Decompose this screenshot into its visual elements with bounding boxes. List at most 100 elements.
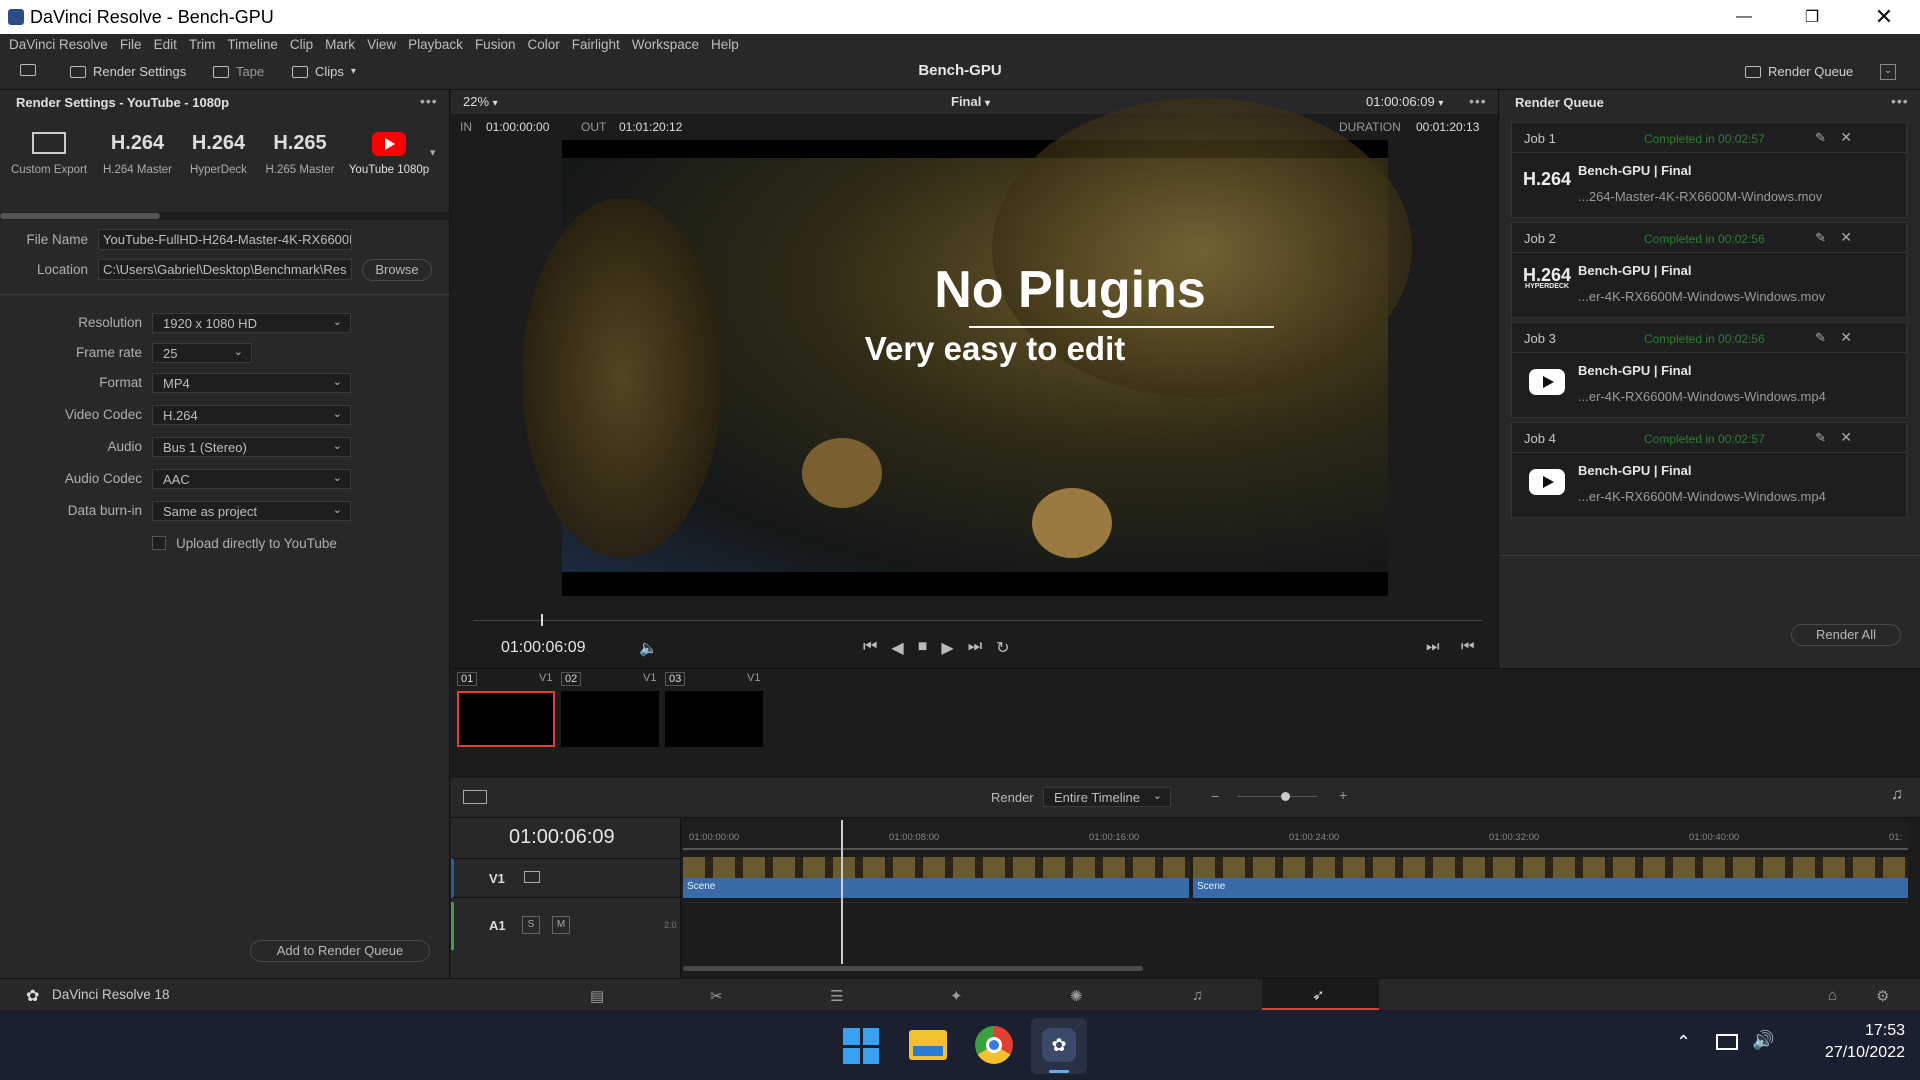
tape-toggle[interactable]: Tape [213,64,264,79]
fairlight-page-icon[interactable]: ♫ [1192,987,1203,1004]
zoom-out-icon[interactable]: − [1211,788,1219,804]
format-select[interactable]: MP4 ⌄ [152,373,351,393]
menu-playback[interactable]: Playback [408,37,463,52]
data-burn-in-select[interactable]: Same as project ⌄ [152,501,351,521]
volume-icon[interactable]: 🔈 [639,639,658,657]
render-settings-toggle[interactable]: Render Settings [70,64,186,79]
next-frame-icon[interactable]: ⏭ [1426,638,1440,655]
browse-button[interactable]: Browse [362,259,432,281]
render-all-button[interactable]: Render All [1791,624,1901,646]
more-options-icon[interactable]: ••• [420,93,438,109]
play-icon[interactable]: ▶ [941,638,953,658]
color-page-icon[interactable]: ✺ [1070,987,1083,1005]
menu-trim[interactable]: Trim [189,37,216,52]
zoom-slider-handle[interactable] [1281,792,1290,801]
deliver-page-tab[interactable]: ➶ [1262,979,1379,1010]
timeline-clip[interactable]: Scene [683,878,1191,898]
music-note-icon[interactable]: ♫ [1891,786,1903,804]
preset-youtube-1080p[interactable]: YouTube 1080p [346,128,432,176]
resolution-select[interactable]: 1920 x 1080 HD ⌄ [152,313,351,333]
monitor-icon[interactable] [20,64,36,76]
video-codec-select[interactable]: H.264 ⌄ [152,405,351,425]
clips-toggle[interactable]: Clips ▾ [292,64,356,79]
clip-thumbnail[interactable] [665,691,763,747]
mute-button[interactable]: M [552,916,570,934]
menu-workspace[interactable]: Workspace [632,37,699,52]
render-job[interactable]: Job 2 Completed in 00:02:56 ✎ ✕ H.264 HYP… [1511,222,1907,318]
menu-davinci-resolve[interactable]: DaVinci Resolve [9,37,108,52]
clip-thumbnail[interactable] [457,691,555,747]
menu-fusion[interactable]: Fusion [475,37,516,52]
play-reverse-icon[interactable]: ◀ [891,638,903,658]
menu-view[interactable]: View [367,37,396,52]
stop-icon[interactable]: ■ [918,638,928,658]
chrome-icon[interactable] [975,1026,1013,1064]
timeline-scrollbar[interactable] [683,966,1143,971]
chevron-up-icon[interactable]: ⌃ [1676,1032,1691,1053]
scrubber-track[interactable] [473,620,1483,621]
viewer-mode-select[interactable]: Final ▾ [951,94,990,109]
timeline-playhead[interactable] [841,820,843,964]
zoom-in-icon[interactable]: + [1339,787,1347,803]
menu-mark[interactable]: Mark [325,37,355,52]
a1-track-area[interactable] [683,902,1908,950]
edit-page-icon[interactable]: ☰ [830,987,843,1005]
cut-page-icon[interactable]: ✂ [710,987,723,1005]
menu-fairlight[interactable]: Fairlight [572,37,620,52]
chevron-down-icon[interactable]: ▾ [430,146,436,159]
timeline-view-icon[interactable] [463,790,487,804]
restore-button[interactable]: ❐ [1783,0,1841,34]
more-options-icon[interactable]: ••• [1891,93,1909,109]
menu-clip[interactable]: Clip [290,37,313,52]
zoom-select[interactable]: 22% ▾ [463,94,498,109]
scrubber-playhead[interactable] [541,614,544,626]
windows-start-icon[interactable] [843,1028,879,1064]
frame-rate-select[interactable]: 25 ⌄ [152,343,252,363]
close-icon[interactable]: ✕ [1840,129,1852,146]
close-icon[interactable]: ✕ [1840,429,1852,446]
render-job[interactable]: Job 1 Completed in 00:02:57 ✎ ✕ H.264 Be… [1511,122,1907,218]
speaker-icon[interactable]: 🔊 [1752,1030,1774,1051]
davinci-resolve-taskbar-button[interactable]: ✿ [1031,1018,1087,1074]
pencil-icon[interactable]: ✎ [1815,130,1826,146]
skip-to-end-icon[interactable]: ⏭ [968,638,982,658]
location-field[interactable]: C:\Users\Gabriel\Desktop\Benchmark\Res [98,259,352,280]
preset-scrollbar[interactable] [0,212,450,220]
expand-icon[interactable]: ⌄ [1880,64,1896,80]
track-monitor-icon[interactable] [524,871,540,883]
fusion-page-icon[interactable]: ✦ [950,987,963,1005]
skip-to-start-icon[interactable]: ⏮ [863,638,877,658]
preset-hyperdeck[interactable]: H.264 HyperDeck [181,128,256,176]
render-queue-toggle[interactable]: Render Queue [1745,64,1853,79]
menu-timeline[interactable]: Timeline [227,37,278,52]
timeline-ruler[interactable]: 01:00:00:00 01:00:08:00 01:00:16:00 01:0… [683,818,1908,848]
render-job[interactable]: Job 3 Completed in 00:02:56 ✎ ✕ Bench-GP… [1511,322,1907,418]
network-icon[interactable] [1716,1034,1738,1050]
render-range-select[interactable]: Entire Timeline ⌄ [1043,787,1171,807]
render-job[interactable]: Job 4 Completed in 00:02:57 ✎ ✕ Bench-GP… [1511,422,1907,518]
close-icon[interactable]: ✕ [1840,329,1852,346]
audio-codec-select[interactable]: AAC ⌄ [152,469,351,489]
zoom-slider[interactable] [1237,796,1317,797]
media-page-icon[interactable]: ▤ [590,987,604,1005]
menu-help[interactable]: Help [711,37,739,52]
close-icon[interactable]: ✕ [1840,229,1852,246]
pencil-icon[interactable]: ✎ [1815,330,1826,346]
pencil-icon[interactable]: ✎ [1815,430,1826,446]
file-name-field[interactable]: YouTube-FullHD-H264-Master-4K-RX6600M [98,229,352,250]
close-button[interactable]: ✕ [1855,0,1913,34]
audio-select[interactable]: Bus 1 (Stereo) ⌄ [152,437,351,457]
home-icon[interactable]: ⌂ [1828,987,1837,1004]
preset-h265-master[interactable]: H.265 H.265 Master [260,128,340,176]
pencil-icon[interactable]: ✎ [1815,230,1826,246]
preset-custom-export[interactable]: Custom Export [8,128,90,176]
menu-color[interactable]: Color [527,37,559,52]
timeline-clip[interactable]: Scene [1193,878,1908,898]
preset-h264-master[interactable]: H.264 H.264 Master [100,128,175,176]
clip-thumbnail[interactable] [561,691,659,747]
prev-frame-icon[interactable]: ⏮ [1461,638,1475,655]
clock[interactable]: 17:53 27/10/2022 [1795,1022,1905,1062]
loop-icon[interactable]: ↻ [996,638,1009,658]
upload-youtube-checkbox[interactable] [152,536,166,550]
viewer-frame[interactable]: No Plugins Very easy to edit [522,98,1412,596]
